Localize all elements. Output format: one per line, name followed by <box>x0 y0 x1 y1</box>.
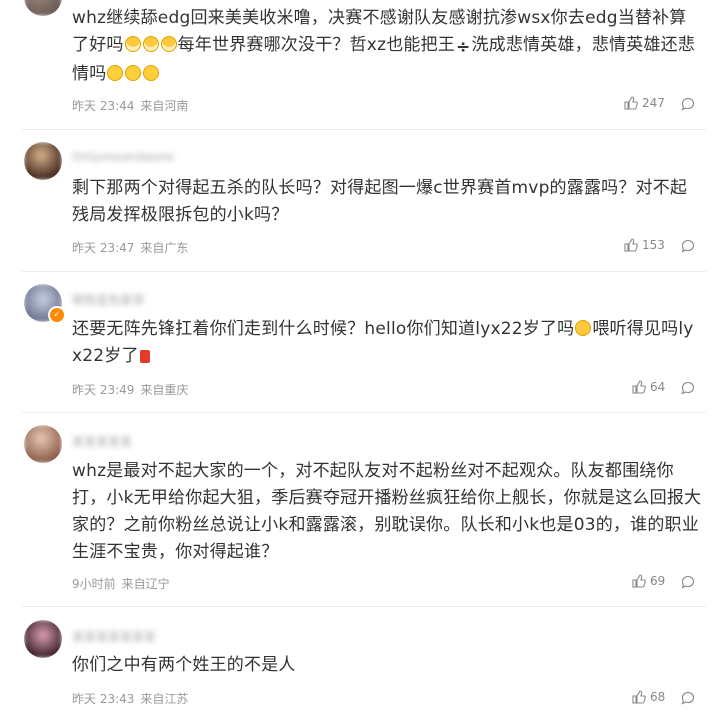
comment-location: 来自江苏 <box>140 692 189 706</box>
comment-text: 还要无阵先锋扛着你们走到什么时候？hello你们知道lyx22岁了吗 喂听得见吗l… <box>72 319 694 366</box>
comment-bubble-icon[interactable] <box>681 381 695 395</box>
thumbs-up-icon <box>624 238 638 252</box>
comment-meta: 昨天 23:49 来自重庆 <box>72 381 194 398</box>
like-count: 247 <box>642 96 665 110</box>
avatar[interactable] <box>24 0 62 16</box>
comment-meta: 9小时前 来自辽宁 <box>72 575 176 592</box>
username[interactable]: 某某某某某某某 <box>72 628 156 644</box>
like-count: 64 <box>650 380 666 394</box>
thumbs-up-icon <box>624 96 638 110</box>
like-button[interactable]: 68 <box>632 690 665 704</box>
verified-badge-icon: ✓ <box>48 306 66 324</box>
comment-time: 昨天 23:44 <box>72 99 135 113</box>
comment-bubble-icon[interactable] <box>681 239 695 253</box>
think-emoji-icon <box>143 65 160 81</box>
divider <box>22 412 706 413</box>
comment-meta: 昨天 23:43 来自江苏 <box>72 690 194 707</box>
comment-text: 剩下那两个对得起五杀的队长吗？对得起图一爆c世界赛首mvp的露露吗？对不起残局发… <box>72 178 688 225</box>
comment-time: 昨天 23:49 <box>72 383 135 397</box>
like-button[interactable]: 64 <box>632 380 665 394</box>
comment-location: 来自河南 <box>140 99 189 113</box>
comment-time: 昨天 23:43 <box>72 692 135 706</box>
username[interactable]: Onlyoneandaone <box>72 150 174 164</box>
divider <box>22 129 706 130</box>
like-count: 68 <box>650 690 666 704</box>
comment-meta: 昨天 23:47 来自广东 <box>72 239 194 256</box>
avatar[interactable] <box>24 620 62 658</box>
grin-emoji-icon <box>142 36 159 52</box>
thumbs-up-icon <box>632 690 646 704</box>
comment-location: 来自重庆 <box>140 383 189 397</box>
divide-emoji-icon: ÷ <box>456 37 471 57</box>
comment-location: 来自广东 <box>140 241 189 255</box>
comment-time: 9小时前 <box>72 577 116 591</box>
think-emoji-icon <box>125 65 142 81</box>
comment-bubble-icon[interactable] <box>681 97 695 111</box>
comment-text: whz是最对不起大家的一个，对不起队友对不起粉丝对不起观众。队友都围绕你打，小k… <box>72 461 702 562</box>
like-button[interactable]: 69 <box>632 574 665 588</box>
thumbs-up-icon <box>632 380 646 394</box>
like-button[interactable]: 153 <box>624 238 665 252</box>
comment-location: 来自辽宁 <box>121 577 170 591</box>
grin-emoji-icon <box>124 36 141 52</box>
username[interactable]: 某某某某某 <box>72 433 132 449</box>
like-count: 69 <box>650 574 666 588</box>
like-count: 153 <box>642 238 665 252</box>
grin-emoji-icon <box>160 36 177 52</box>
laugh-emoji-icon <box>575 320 592 336</box>
comment-time: 昨天 23:47 <box>72 241 135 255</box>
like-button[interactable]: 247 <box>624 96 665 110</box>
divider <box>22 606 706 607</box>
avatar[interactable] <box>24 425 62 463</box>
comment-text: whz继续舔edg回来美美收米噜，决赛不感谢队友感谢抗渗wsx你去edg当替补算… <box>72 8 696 84</box>
divider <box>22 271 706 272</box>
avatar[interactable] <box>24 142 62 180</box>
comment-meta: 昨天 23:44 来自河南 <box>72 97 194 114</box>
username[interactable]: 钢铁蓝色星球 <box>72 291 144 307</box>
think-emoji-icon <box>107 65 124 81</box>
comment-bubble-icon[interactable] <box>681 575 695 589</box>
thumbs-up-icon <box>632 574 646 588</box>
comment-text: 你们之中有两个姓王的不是人 <box>72 655 296 675</box>
candle-emoji-icon <box>139 350 150 363</box>
comment-bubble-icon[interactable] <box>681 691 695 705</box>
